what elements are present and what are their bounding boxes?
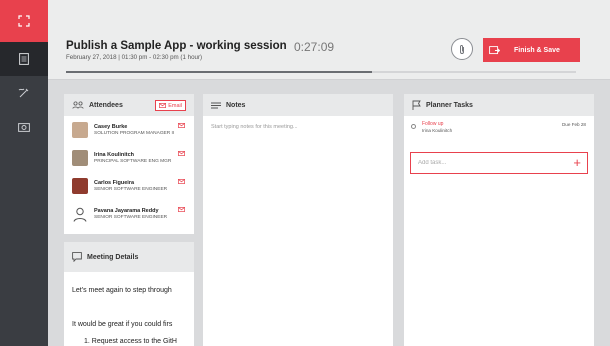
attendee-name: Carlos Figueira: [94, 180, 135, 186]
session-progress: [66, 71, 576, 73]
avatar: [72, 122, 88, 138]
meeting-details-title: Meeting Details: [87, 253, 139, 261]
session-header: Publish a Sample App - working session F…: [48, 0, 610, 80]
mail-icon[interactable]: [178, 123, 185, 128]
attendee-item: Irina Koulinitch PRINCIPAL SOFTWARE ENG …: [64, 144, 194, 172]
flag-icon: [412, 100, 421, 110]
attendees-title: Attendees: [89, 101, 123, 109]
attendee-role: PRINCIPAL SOFTWARE ENG MGR: [94, 159, 172, 164]
avatar: [72, 150, 88, 166]
email-label: Email: [168, 102, 182, 109]
mail-icon[interactable]: [178, 151, 185, 156]
attendee-item: Carlos Figueira SENIOR SOFTWARE ENGINEER: [64, 172, 194, 200]
planner-header: Planner Tasks: [404, 94, 594, 116]
rail-item-camera[interactable]: [0, 110, 48, 144]
notes-editor[interactable]: Start typing notes for this meeting...: [203, 116, 393, 138]
notes-panel: Notes Start typing notes for this meetin…: [203, 94, 393, 346]
save-icon: [489, 45, 500, 54]
add-task-input[interactable]: [418, 160, 568, 166]
notes-title: Notes: [226, 101, 246, 109]
session-title: Publish a Sample App - working session: [66, 40, 287, 52]
attendee-role: SENIOR SOFTWARE ENGINEER: [94, 187, 168, 192]
session-progress-fill: [66, 71, 372, 73]
expand-button[interactable]: [0, 0, 48, 42]
person-icon: [73, 207, 87, 222]
rail-item-whiteboard[interactable]: [0, 76, 48, 110]
camera-icon: [18, 123, 30, 132]
task-item[interactable]: Follow up Irina Koulinitch Due Feb 28: [404, 116, 594, 138]
lines-icon: [211, 102, 221, 108]
document-icon: [19, 53, 29, 65]
attendee-name: Irina Koulinitch: [94, 152, 135, 158]
pen-icon: [18, 88, 29, 98]
details-line: 1. Request access to the GitH: [84, 338, 177, 345]
meeting-details-header: Meeting Details: [64, 242, 194, 272]
attendee-name: Casey Burke: [94, 124, 128, 130]
add-task-box: +: [410, 152, 588, 174]
notes-header: Notes: [203, 94, 393, 116]
task-assignee: Irina Koulinitch: [422, 128, 453, 133]
finish-save-button[interactable]: Finish & Save: [483, 38, 580, 62]
people-icon: [72, 101, 84, 109]
comment-icon: [72, 252, 82, 262]
task-due: Due Feb 28: [561, 122, 586, 127]
session-timer: 0:27:09: [294, 40, 335, 54]
plus-icon[interactable]: +: [573, 156, 581, 170]
attendee-item: Pavana Jayarama Reddy SENIOR SOFTWARE EN…: [64, 200, 194, 228]
rail-item-notes[interactable]: [0, 42, 48, 76]
avatar: [72, 178, 88, 194]
nav-rail: [0, 0, 48, 346]
attendee-item: Casey Burke SOLUTION PROGRAM MANAGER II: [64, 116, 194, 144]
attendees-panel: Attendees Email Casey Burke SOLUTION PRO…: [64, 94, 194, 234]
task-complete-radio[interactable]: [411, 124, 416, 129]
expand-icon: [18, 15, 30, 27]
details-line: Let's meet again to step through: [72, 287, 172, 294]
main-area: Publish a Sample App - working session F…: [48, 0, 610, 346]
mail-icon[interactable]: [178, 179, 185, 184]
mail-icon[interactable]: [178, 207, 185, 212]
avatar: [72, 206, 88, 222]
paperclip-icon: [460, 44, 464, 54]
session-subtitle: February 27, 2018 | 01:30 pm - 02:30 pm …: [66, 54, 203, 61]
attendee-role: SOLUTION PROGRAM MANAGER II: [94, 131, 175, 136]
planner-panel: Planner Tasks Follow up Irina Koulinitch…: [404, 94, 594, 346]
finish-save-label: Finish & Save: [514, 46, 560, 54]
attendee-role: SENIOR SOFTWARE ENGINEER: [94, 215, 168, 220]
email-attendees-button[interactable]: Email: [155, 100, 186, 111]
mail-icon: [159, 103, 167, 108]
details-line: It would be great if you could firs: [72, 321, 173, 328]
attach-button[interactable]: [451, 38, 473, 60]
meeting-details-panel: Meeting Details Let's meet again to step…: [64, 242, 194, 346]
planner-title: Planner Tasks: [426, 101, 473, 109]
attendee-name: Pavana Jayarama Reddy: [94, 208, 159, 214]
